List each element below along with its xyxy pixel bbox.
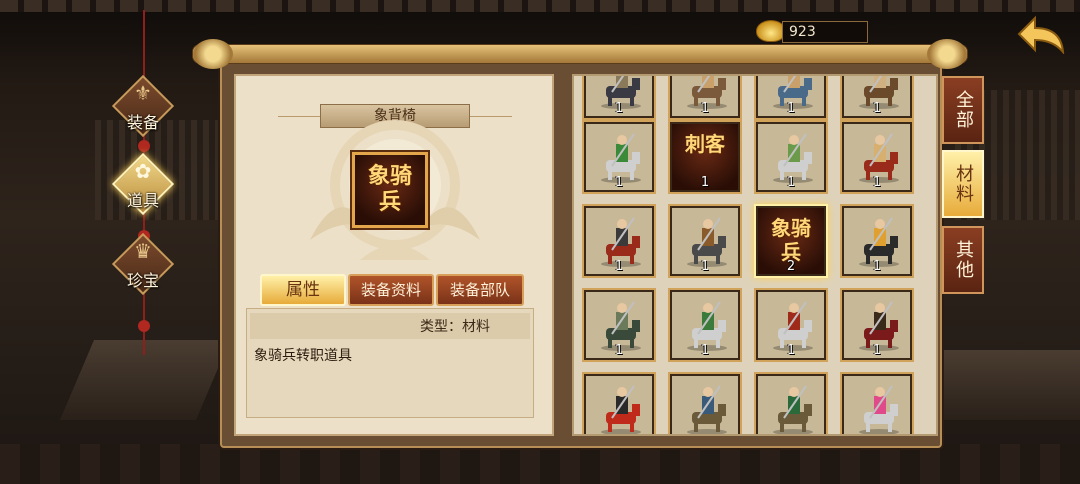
- item-count: 1: [872, 343, 882, 358]
- item-glyph-line1: 刺客: [685, 132, 725, 156]
- cavalry-unit-icon: [859, 385, 899, 434]
- item-cell[interactable]: [754, 372, 828, 434]
- back-button[interactable]: [1015, 14, 1067, 56]
- item-count: 1: [786, 175, 796, 190]
- item-glyph: 象骑兵: [756, 216, 826, 264]
- panel-top-ornament: [192, 39, 968, 69]
- ceiling-beams: [0, 0, 1080, 12]
- item-count: 1: [872, 101, 882, 116]
- item-cell[interactable]: 1: [840, 76, 914, 120]
- item-count: 2: [786, 259, 796, 274]
- item-cell[interactable]: 1: [582, 76, 656, 120]
- item-count: 1: [700, 101, 710, 116]
- item-glyph-line1: 象骑: [367, 164, 412, 189]
- treasure-icon: ♛: [134, 239, 152, 263]
- filter-tab-1[interactable]: 材料: [942, 150, 984, 218]
- nav-item-label: 装备: [126, 113, 159, 132]
- item-cell[interactable]: [668, 372, 742, 434]
- item-cell[interactable]: 1: [840, 120, 914, 194]
- cavalry-unit-icon: [601, 385, 641, 434]
- item-count: 1: [700, 175, 710, 190]
- item-cell[interactable]: 1: [668, 76, 742, 120]
- item-cell[interactable]: 1: [754, 288, 828, 362]
- tab-equipped-units[interactable]: 装备部队: [436, 274, 524, 306]
- item-cell[interactable]: 1: [840, 204, 914, 278]
- item-cell[interactable]: 刺客 1: [668, 120, 742, 194]
- item-count: 1: [614, 343, 624, 358]
- item-glyph-line1: 象骑: [771, 216, 811, 240]
- item-cell[interactable]: 1: [668, 204, 742, 278]
- nav-item-1[interactable]: ✿ 道具: [110, 152, 176, 222]
- bag-icon: ✿: [134, 159, 152, 183]
- item-type: 类型：材料: [420, 319, 490, 335]
- item-cell[interactable]: 1: [582, 204, 656, 278]
- armor-icon: ⚜: [134, 81, 152, 105]
- item-cell[interactable]: 1: [582, 288, 656, 362]
- back-arrow-icon: [1017, 15, 1065, 56]
- item-count: 1: [700, 259, 710, 274]
- item-count: 1: [786, 343, 796, 358]
- filter-tab-2[interactable]: 其他: [942, 226, 984, 294]
- item-glyph: 刺客: [670, 132, 740, 156]
- background-table-right: [940, 350, 1080, 420]
- item-cell[interactable]: 1: [840, 288, 914, 362]
- item-count: 1: [614, 101, 624, 116]
- item-cell[interactable]: [582, 372, 656, 434]
- title-line-left: [278, 116, 320, 117]
- item-glyph-line2: 兵: [378, 190, 401, 215]
- selected-item-icon: 象骑 兵: [352, 152, 428, 228]
- gold-amount: 923: [782, 21, 868, 43]
- tab-equipment-info[interactable]: 装备资料: [348, 274, 434, 306]
- item-count: 1: [700, 343, 710, 358]
- item-count: 1: [614, 175, 624, 190]
- filter-tab-0[interactable]: 全部: [942, 76, 984, 144]
- item-count: 1: [786, 101, 796, 116]
- item-cell[interactable]: 1: [754, 76, 828, 120]
- item-cell[interactable]: 1: [754, 120, 828, 194]
- nav-item-label: 道具: [126, 191, 159, 210]
- item-grid-panel[interactable]: 1 1 1 1 1 刺客 1 1 1 1 1 象骑兵 2 1 1 1 1 1: [572, 74, 938, 436]
- floor-pattern: [0, 444, 1080, 484]
- title-line-right: [470, 116, 512, 117]
- nav-item-2[interactable]: ♛ 珍宝: [110, 232, 176, 302]
- nav-item-label: 珍宝: [126, 271, 159, 290]
- cavalry-unit-icon: [773, 385, 813, 434]
- item-description: 象骑兵转职道具: [254, 348, 352, 364]
- nav-item-0[interactable]: ⚜ 装备: [110, 74, 176, 144]
- item-cell[interactable]: [840, 372, 914, 434]
- rope-knot: [138, 320, 150, 332]
- item-cell[interactable]: 象骑兵 2: [754, 204, 828, 278]
- item-count: 1: [872, 259, 882, 274]
- item-count: 1: [614, 259, 624, 274]
- cavalry-unit-icon: [687, 385, 727, 434]
- item-cell[interactable]: 1: [668, 288, 742, 362]
- item-cell[interactable]: 1: [582, 120, 656, 194]
- item-count: 1: [872, 175, 882, 190]
- tab-attributes[interactable]: 属性: [260, 274, 346, 306]
